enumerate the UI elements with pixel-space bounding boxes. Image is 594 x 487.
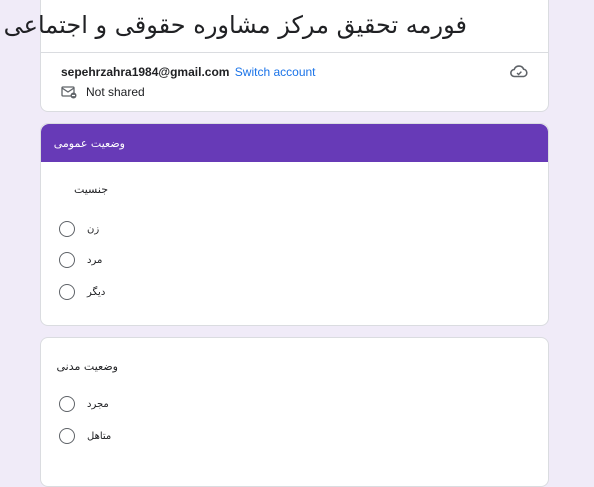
switch-account-link[interactable]: Switch account bbox=[235, 65, 316, 79]
question-title-gender: جنسیت bbox=[73, 183, 108, 196]
radio-option-male[interactable]: مرد bbox=[59, 252, 102, 268]
radio-button[interactable] bbox=[59, 252, 75, 268]
question-title-marital-status: وضعیت مدنی bbox=[56, 360, 118, 373]
section-title: وضعیت عمومی bbox=[53, 137, 125, 150]
radio-button[interactable] bbox=[59, 428, 75, 444]
radio-option-single[interactable]: مجرد bbox=[59, 396, 109, 412]
form-title: فورمه تحقیق مرکز مشاوره حقوقی و اجتماعی … bbox=[0, 11, 467, 39]
option-label: دیگر bbox=[87, 286, 106, 298]
header-divider bbox=[41, 52, 548, 53]
option-label: مرد bbox=[87, 254, 103, 266]
form-header-card: فورمه تحقیق مرکز مشاوره حقوقی و اجتماعی … bbox=[0, 0, 549, 112]
radio-option-married[interactable]: متاهل bbox=[59, 428, 111, 444]
account-row: sepehrzahra1984@gmail.com Switch account bbox=[61, 65, 316, 79]
cloud-icon bbox=[510, 64, 528, 78]
marital-status-card: وضعیت مدنی مجرد متاهل bbox=[40, 337, 549, 487]
radio-option-other[interactable]: دیگر bbox=[59, 284, 105, 300]
option-label: مجرد bbox=[87, 398, 109, 410]
option-label: زن bbox=[87, 223, 100, 235]
radio-button[interactable] bbox=[59, 284, 75, 300]
section-header: وضعیت عمومی bbox=[41, 124, 548, 162]
not-shared-icon bbox=[61, 86, 77, 99]
section-card: وضعیت عمومی جنسیت زن مرد دیگر bbox=[40, 123, 549, 326]
radio-option-female[interactable]: زن bbox=[59, 221, 99, 237]
radio-button[interactable] bbox=[59, 396, 75, 412]
option-label: متاهل bbox=[87, 430, 112, 442]
account-email: sepehrzahra1984@gmail.com bbox=[61, 65, 230, 79]
shared-status-row: Not shared bbox=[61, 85, 145, 99]
radio-button[interactable] bbox=[59, 221, 75, 237]
shared-status-text: Not shared bbox=[86, 85, 145, 99]
